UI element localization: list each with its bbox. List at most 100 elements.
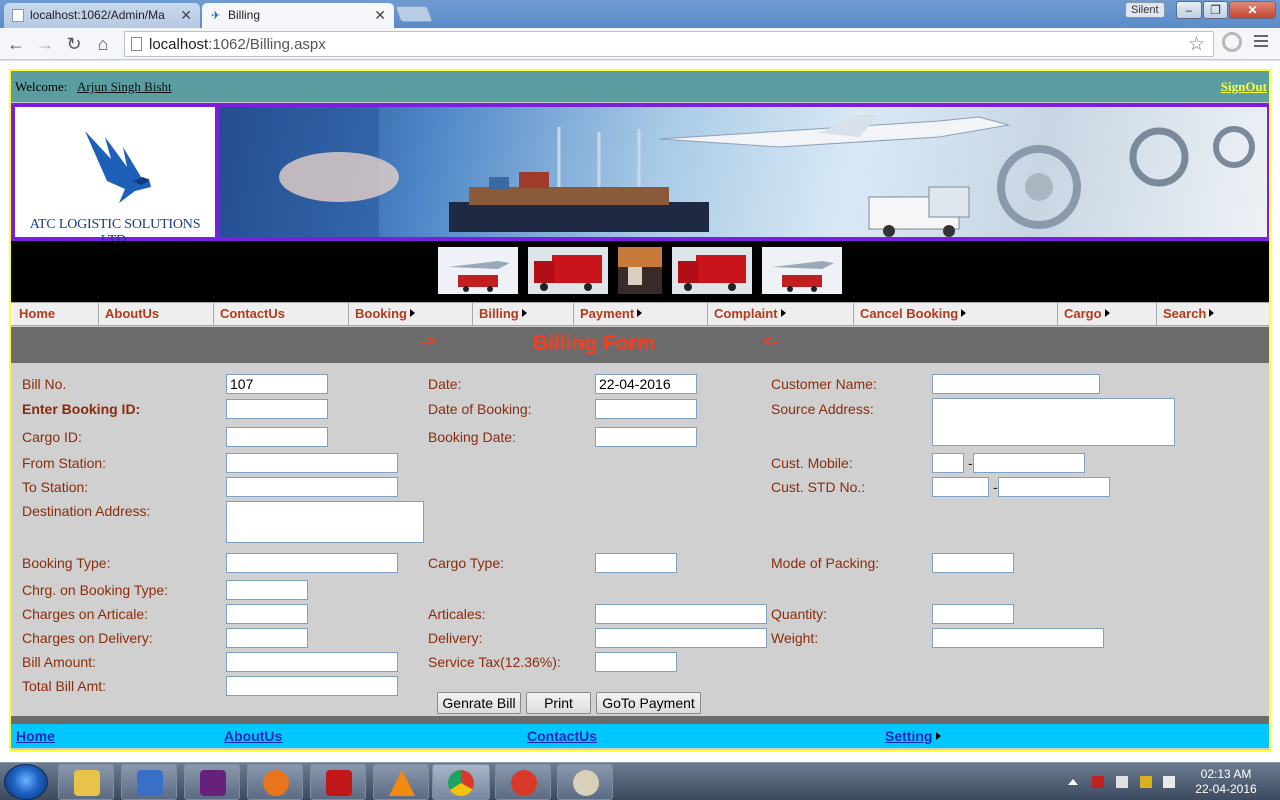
user-name-link[interactable]: Arjun Singh Bisht: [77, 79, 172, 95]
weight-field[interactable]: [932, 628, 1104, 648]
date-field[interactable]: [595, 374, 697, 394]
minimize-button[interactable]: –: [1176, 1, 1202, 19]
tray-clock[interactable]: 02:13 AM 22-04-2016: [1190, 767, 1262, 797]
print-button[interactable]: Print: [526, 692, 591, 714]
taskbar-paint[interactable]: [557, 764, 613, 800]
cust-std-label: Cust. STD No.:: [771, 479, 866, 495]
show-hidden-icons-icon[interactable]: [1068, 779, 1078, 785]
bill-no-label: Bill No.: [22, 376, 67, 392]
taskbar-vlc[interactable]: [373, 764, 429, 800]
booking-id-label: Enter Booking ID:: [22, 401, 141, 417]
network-icon[interactable]: [1140, 776, 1152, 788]
date-of-booking-field[interactable]: [595, 399, 697, 419]
from-station-label: From Station:: [22, 455, 107, 471]
page-viewport: Welcome: Arjun Singh Bisht SignOut ATC L…: [0, 61, 1280, 762]
destination-address-field[interactable]: [226, 501, 424, 543]
bill-amount-field[interactable]: [226, 652, 398, 672]
form-header: -> Billing Form <-: [11, 327, 1269, 363]
cargo-type-field[interactable]: [595, 553, 677, 573]
mobile-number-field[interactable]: [973, 453, 1085, 473]
signout-link[interactable]: SignOut: [1221, 79, 1267, 95]
device-icon[interactable]: [1116, 776, 1128, 788]
nav-item-billing[interactable]: Billing: [473, 303, 574, 325]
nav-item-complaint[interactable]: Complaint: [708, 303, 854, 325]
bookmark-star-icon[interactable]: ☆: [1188, 33, 1205, 56]
browser-tab-billing[interactable]: ✈ Billing ✕: [202, 3, 394, 28]
flag-icon[interactable]: [1092, 776, 1104, 788]
footer-link-home[interactable]: Home: [16, 728, 55, 744]
back-icon[interactable]: ←: [4, 32, 28, 56]
reload-icon[interactable]: ↻: [62, 32, 86, 56]
articales-field[interactable]: [595, 604, 767, 624]
taskbar-visual-studio[interactable]: [184, 764, 240, 800]
generate-bill-button[interactable]: Genrate Bill: [437, 692, 521, 714]
quantity-field[interactable]: [932, 604, 1014, 624]
mode-packing-field[interactable]: [932, 553, 1014, 573]
address-bar[interactable]: localhost:1062/Billing.aspx ☆: [124, 31, 1214, 57]
booking-type-label: Booking Type:: [22, 555, 111, 571]
booking-date-field[interactable]: [595, 427, 697, 447]
std-code-field[interactable]: [932, 477, 989, 497]
taskbar-file-explorer[interactable]: [58, 764, 114, 800]
volume-icon[interactable]: [1163, 776, 1175, 788]
menu-icon[interactable]: [1254, 35, 1268, 49]
taskbar-media-player[interactable]: [121, 764, 177, 800]
site-banner: ATC LOGISTIC SOLUTIONS LTD.: [11, 103, 1269, 248]
title-arrow-left: ->: [421, 333, 436, 350]
taskbar-chrome[interactable]: [432, 764, 490, 800]
close-icon[interactable]: ✕: [180, 7, 192, 24]
booking-id-field[interactable]: [226, 399, 328, 419]
to-station-label: To Station:: [22, 479, 89, 495]
footer-link-contactus[interactable]: ContactUs: [527, 728, 597, 744]
charges-delivery-field[interactable]: [226, 628, 308, 648]
taskbar: 02:13 AM 22-04-2016: [0, 762, 1280, 800]
total-bill-field[interactable]: [226, 676, 398, 696]
nav-item-cargo[interactable]: Cargo: [1058, 303, 1157, 325]
taskbar-firefox[interactable]: [247, 764, 303, 800]
service-tax-field[interactable]: [595, 652, 677, 672]
nav-item-payment[interactable]: Payment: [574, 303, 708, 325]
nav-item-contactus[interactable]: ContactUs: [214, 303, 349, 325]
nav-item-booking[interactable]: Booking: [349, 303, 473, 325]
taskbar-acrobat[interactable]: [310, 764, 366, 800]
delivery-field[interactable]: [595, 628, 767, 648]
std-number-field[interactable]: [998, 477, 1110, 497]
profile-badge[interactable]: Silent: [1125, 2, 1165, 18]
source-address-field[interactable]: [932, 398, 1175, 446]
extension-icon[interactable]: [1222, 32, 1242, 52]
from-station-field[interactable]: [226, 453, 398, 473]
nav-item-home[interactable]: Home: [13, 303, 99, 325]
nav-item-search[interactable]: Search: [1157, 303, 1269, 325]
close-icon[interactable]: ✕: [374, 7, 386, 24]
home-icon[interactable]: ⌂: [91, 32, 115, 56]
footer-divider: [11, 716, 1269, 724]
customer-name-field[interactable]: [932, 374, 1100, 394]
booking-type-field[interactable]: [226, 553, 398, 573]
nav-item-cancel-booking[interactable]: Cancel Booking: [854, 303, 1058, 325]
submenu-arrow-icon: [936, 732, 942, 740]
service-tax-label: Service Tax(12.36%):: [428, 654, 561, 670]
window-close-button[interactable]: ✕: [1229, 1, 1276, 19]
plane-truck-image: [438, 247, 518, 294]
cargo-id-field[interactable]: [226, 427, 328, 447]
browser-tab-strip: localhost:1062/Admin/Ma ✕ ✈ Billing ✕ Si…: [0, 0, 1280, 28]
plane-truck-image: [762, 247, 842, 294]
bill-no-field[interactable]: [226, 374, 328, 394]
charges-articale-field[interactable]: [226, 604, 308, 624]
footer-link-aboutus[interactable]: AboutUs: [224, 728, 282, 744]
taskbar-ccleaner[interactable]: [495, 764, 551, 800]
maximize-button[interactable]: ❐: [1203, 1, 1228, 19]
forward-icon[interactable]: →: [33, 32, 57, 56]
clock-time: 02:13 AM: [1200, 767, 1252, 781]
page-icon: [12, 9, 24, 22]
chrg-booking-type-field[interactable]: [226, 580, 308, 600]
goto-payment-button[interactable]: GoTo Payment: [596, 692, 701, 714]
to-station-field[interactable]: [226, 477, 398, 497]
new-tab-button[interactable]: [395, 6, 433, 22]
nav-item-aboutus[interactable]: AboutUs: [99, 303, 214, 325]
browser-tab-admin[interactable]: localhost:1062/Admin/Ma ✕: [4, 3, 200, 28]
mobile-code-field[interactable]: [932, 453, 964, 473]
footer-link-setting[interactable]: Setting: [885, 728, 942, 744]
start-button[interactable]: [4, 764, 48, 800]
charges-delivery-label: Charges on Delivery:: [22, 630, 153, 646]
